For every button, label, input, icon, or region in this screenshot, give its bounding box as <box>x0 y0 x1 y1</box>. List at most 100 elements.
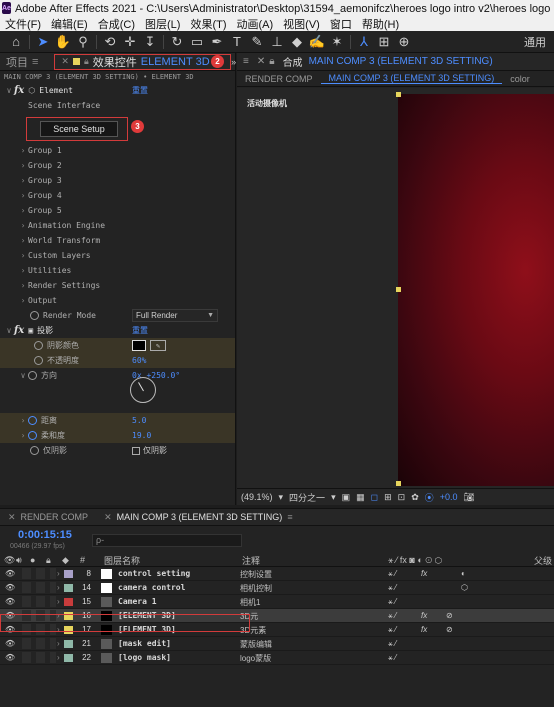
distance-value[interactable]: 5.0 <box>132 416 146 425</box>
visibility-eye-icon[interactable]: 👁︎ <box>5 569 15 578</box>
layer-name-header[interactable]: 图层名称 <box>104 554 140 567</box>
group-row[interactable]: › Output <box>0 293 235 308</box>
opacity-value[interactable]: 60% <box>132 356 146 365</box>
fx-switch-icon[interactable]: fx <box>421 625 427 634</box>
audio-switch[interactable] <box>22 610 31 621</box>
label-color[interactable] <box>64 612 73 620</box>
expand-icon[interactable]: › <box>18 431 28 440</box>
shy-switch[interactable] <box>50 624 56 635</box>
shy-switch[interactable] <box>50 652 56 663</box>
timeline-layer-row[interactable]: 👁︎ › 17 [ELEMENT 3D] 3D元素 ⚹ ⁄ fx ⊘ <box>0 623 554 637</box>
layer-comment[interactable]: 控制设置 <box>240 569 272 580</box>
expand-icon[interactable]: › <box>18 236 28 245</box>
exposure-icon[interactable]: ⦿ <box>425 491 434 504</box>
expand-icon[interactable]: › <box>57 569 60 578</box>
menu-help[interactable]: 帮助(H) <box>357 16 404 32</box>
visibility-eye-icon[interactable]: 👁︎ <box>5 653 15 662</box>
frame-handle[interactable] <box>396 92 401 97</box>
parent-header[interactable]: 父级 <box>534 554 552 567</box>
layer-name[interactable]: [logo mask] <box>118 653 171 662</box>
collapse-icon[interactable]: ∨ <box>18 371 28 380</box>
layer-comment[interactable]: 3D元素 <box>240 625 266 636</box>
group-row[interactable]: › Group 4 <box>0 188 235 203</box>
overflow-icon[interactable]: ≡ <box>237 56 255 67</box>
expand-icon[interactable]: › <box>18 281 28 290</box>
layer-name[interactable]: [mask edit] <box>118 639 171 648</box>
stopwatch-icon[interactable] <box>28 371 37 380</box>
close-icon[interactable]: ✕ <box>8 512 16 523</box>
current-timecode[interactable]: 0:00:15:15 <box>18 529 72 541</box>
tab-main-comp[interactable]: MAIN COMP 3 (ELEMENT 3D SETTING) <box>320 73 503 84</box>
group-row[interactable]: › Custom Layers <box>0 248 235 263</box>
menu-composition[interactable]: 合成(C) <box>93 16 140 32</box>
expand-icon[interactable]: › <box>18 416 28 425</box>
menu-view[interactable]: 视图(V) <box>278 16 325 32</box>
exposure-value[interactable]: +0.0 <box>440 492 458 502</box>
snap-icon[interactable]: ⊞ <box>374 33 394 51</box>
fx-icon[interactable]: fx <box>14 85 24 96</box>
collapse-icon[interactable]: ∨ <box>4 86 14 95</box>
zoom-level[interactable]: (49.1%) <box>241 492 273 502</box>
region-icon[interactable]: ▣ <box>342 492 351 503</box>
clone-icon[interactable]: ⊥ <box>267 33 287 51</box>
layer-comment[interactable]: 相机1 <box>240 597 260 608</box>
render-mode-dropdown[interactable]: Full Render ▼ <box>132 309 218 322</box>
layer-name[interactable]: control setting <box>118 569 190 578</box>
expand-icon[interactable]: › <box>57 583 60 592</box>
shadow-only-checkbox[interactable]: 仅阴影 <box>132 445 167 456</box>
transparency-grid-icon[interactable]: ▦ <box>356 492 365 503</box>
close-icon[interactable]: ✕ <box>255 56 267 67</box>
collapse-switch-icon[interactable]: ⚹ ⁄ <box>388 583 396 593</box>
lock-icon[interactable]: 🔒︎ <box>267 56 276 67</box>
close-icon[interactable]: ✕ <box>104 512 112 523</box>
menu-animation[interactable]: 动画(A) <box>232 16 279 32</box>
collapse-switch-icon[interactable]: ⚹ ⁄ <box>388 639 396 649</box>
label-color[interactable] <box>64 654 73 662</box>
resolution-dropdown[interactable]: 四分之一 <box>289 491 325 504</box>
expand-icon[interactable]: › <box>57 597 60 606</box>
stopwatch-icon[interactable] <box>34 341 43 350</box>
menu-edit[interactable]: 编辑(E) <box>46 16 93 32</box>
layer-name[interactable]: [ELEMENT 3D] <box>118 611 176 620</box>
menu-effect[interactable]: 效果(T) <box>185 16 231 32</box>
close-icon[interactable]: ✕ <box>61 56 69 67</box>
color-channels-icon[interactable]: ✿ <box>411 492 419 503</box>
effect-element-row[interactable]: ∨ fx ⬡ Element 重置 <box>0 83 235 98</box>
stopwatch-icon[interactable] <box>28 416 37 425</box>
tab-render-comp[interactable]: ✕ RENDER COMP <box>0 512 96 523</box>
menu-layer[interactable]: 图层(L) <box>140 16 185 32</box>
softness-value[interactable]: 19.0 <box>132 431 151 440</box>
group-row[interactable]: › Group 1 <box>0 143 235 158</box>
adjustment-switch-icon[interactable]: ⬡ <box>461 583 468 592</box>
effect-shadow-row[interactable]: ∨ fx ▣ 投影 重置 <box>0 323 235 338</box>
snapshot-icon[interactable]: 📷︎ <box>464 492 475 503</box>
group-row[interactable]: › Animation Engine <box>0 218 235 233</box>
timeline-layer-row[interactable]: 👁︎ › 21 [mask edit] 蒙版编辑 ⚹ ⁄ <box>0 637 554 651</box>
direction-dial[interactable] <box>130 377 156 403</box>
orbit-icon[interactable]: ⟲ <box>100 33 120 51</box>
composition-frame[interactable] <box>398 94 554 486</box>
mask-rect-icon[interactable]: ▭ <box>187 33 207 51</box>
timeline-layer-row[interactable]: 👁︎ › 8 control setting 控制设置 ⚹ ⁄ fx ◐ <box>0 567 554 581</box>
timeline-layer-row[interactable]: 👁︎ › 16 [ELEMENT 3D] 3D元 ⚹ ⁄ fx ⊘ <box>0 609 554 623</box>
group-row[interactable]: › Group 2 <box>0 158 235 173</box>
tab-main-comp[interactable]: ✕ MAIN COMP 3 (ELEMENT 3D SETTING) ≡ <box>96 512 301 523</box>
expand-icon[interactable]: › <box>18 251 28 260</box>
lock-switch[interactable] <box>36 582 45 593</box>
fx-icon[interactable]: fx <box>14 325 24 336</box>
comment-header[interactable]: 注释 <box>242 554 260 567</box>
tab-composition[interactable]: MAIN COMP 3 (ELEMENT 3D SETTING) <box>309 56 499 67</box>
lock-switch[interactable] <box>36 568 45 579</box>
pan-icon[interactable]: ✛ <box>120 33 140 51</box>
zoom-icon[interactable]: ⚲ <box>73 33 93 51</box>
adjustment-switch-icon[interactable]: ◐ <box>461 569 466 578</box>
expand-icon[interactable]: › <box>18 206 28 215</box>
audio-switch[interactable] <box>22 582 31 593</box>
layer-comment[interactable]: 3D元 <box>240 611 258 622</box>
audio-switch[interactable] <box>22 624 31 635</box>
audio-switch[interactable] <box>22 638 31 649</box>
pen-icon[interactable]: ✒ <box>207 33 227 51</box>
expand-icon[interactable]: › <box>18 176 28 185</box>
lock-switch[interactable] <box>36 624 45 635</box>
scene-setup-button[interactable]: Scene Setup <box>40 121 118 137</box>
